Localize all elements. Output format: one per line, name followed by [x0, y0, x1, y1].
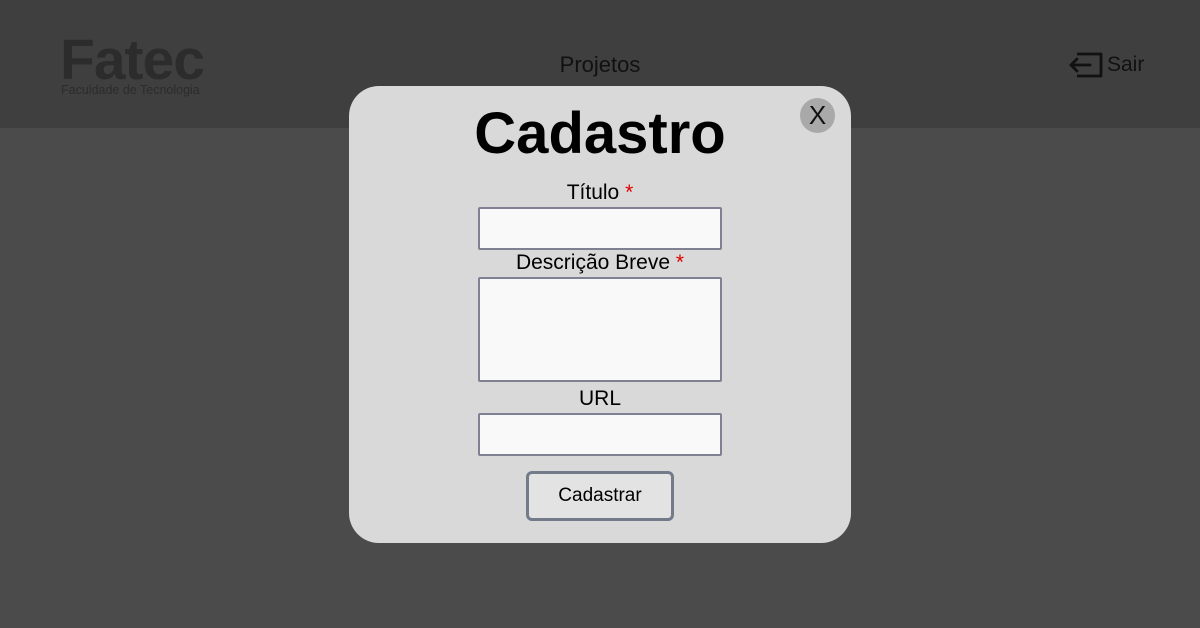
- cadastro-modal: X Cadastro Título * Descrição Breve * UR…: [349, 86, 851, 543]
- titulo-input[interactable]: [478, 207, 722, 250]
- fatec-logo[interactable]: Fatec Faculdade de Tecnologia: [60, 30, 220, 102]
- logout-label: Sair: [1107, 53, 1145, 76]
- url-label: URL: [349, 387, 851, 411]
- cadastrar-button[interactable]: Cadastrar: [526, 471, 674, 521]
- url-input[interactable]: [478, 413, 722, 456]
- logout-button[interactable]: Sair: [1068, 50, 1144, 80]
- required-mark: *: [675, 251, 685, 274]
- required-mark: *: [625, 181, 634, 204]
- logo-subtitle: Faculdade de Tecnologia: [61, 83, 200, 97]
- descricao-textarea[interactable]: [478, 277, 722, 382]
- nav-link-projetos[interactable]: Projetos: [500, 52, 700, 78]
- descricao-label: Descrição Breve *: [349, 251, 851, 275]
- titulo-label-text: Título: [566, 181, 620, 204]
- url-label-text: URL: [578, 387, 621, 410]
- modal-title: Cadastro: [474, 101, 726, 166]
- descricao-label-text: Descrição Breve: [515, 251, 671, 274]
- logo-wordmark: Fatec: [60, 28, 205, 92]
- titulo-label: Título *: [349, 181, 851, 205]
- logout-arrow-icon: [1068, 51, 1104, 79]
